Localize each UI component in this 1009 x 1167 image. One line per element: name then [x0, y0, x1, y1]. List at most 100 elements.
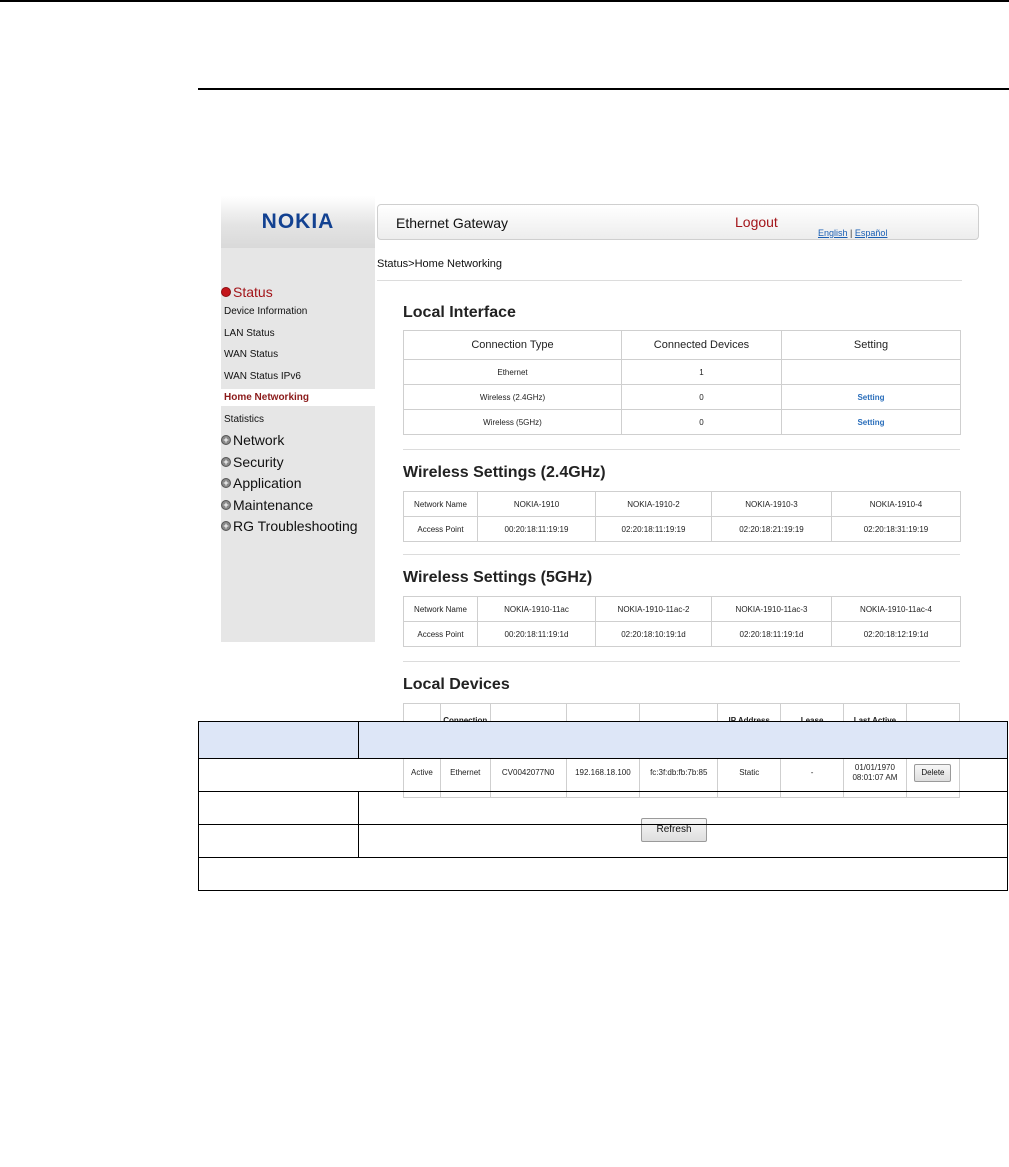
setting-cell — [781, 359, 961, 385]
sidebar-item-label: Network — [233, 432, 285, 448]
ssid-cell: NOKIA-1910 — [477, 491, 596, 517]
connected-devices-cell: 0 — [621, 384, 782, 410]
local-interface-title: Local Interface — [403, 304, 516, 321]
sidebar-item-wan-status[interactable]: WAN Status — [224, 349, 278, 360]
logout-link[interactable]: Logout — [735, 214, 778, 230]
mac-cell: 02:20:18:11:19:1d — [711, 621, 832, 647]
mac-cell: 02:20:18:31:19:19 — [831, 516, 961, 542]
row-label-cell: Access Point — [403, 516, 478, 542]
table-cell — [198, 758, 1008, 792]
setting-cell: Setting — [781, 409, 961, 435]
table-header-cell — [358, 721, 1008, 759]
logo-box: NOKIA — [221, 196, 375, 248]
gateway-title: Ethernet Gateway — [396, 215, 509, 231]
expand-icon: + — [221, 521, 231, 531]
table-row: Wireless (5GHz) 0 Setting — [403, 409, 961, 435]
sidebar-item-application[interactable]: + Application — [221, 475, 302, 491]
table-row: Network Name NOKIA-1910 NOKIA-1910-2 NOK… — [403, 491, 961, 517]
sidebar-item-maintenance[interactable]: + Maintenance — [221, 497, 313, 513]
table-row — [198, 758, 1008, 792]
expand-icon: + — [221, 500, 231, 510]
sidebar-item-network[interactable]: + Network — [221, 432, 284, 448]
connection-type-cell: Wireless (2.4GHz) — [403, 384, 622, 410]
sidebar-item-statistics[interactable]: Statistics — [224, 414, 264, 425]
divider — [377, 280, 962, 281]
sidebar-item-home-networking[interactable]: Home Networking — [221, 389, 375, 406]
connection-type-cell: Ethernet — [403, 359, 622, 385]
document-table — [198, 721, 1008, 891]
table-header-row — [198, 721, 1008, 759]
sidebar-item-security[interactable]: + Security — [221, 454, 284, 470]
row-label-cell: Access Point — [403, 621, 478, 647]
ssid-cell: NOKIA-1910-2 — [595, 491, 712, 517]
sidebar-item-label: RG Troubleshooting — [233, 518, 358, 534]
table-cell — [198, 824, 359, 858]
table-cell — [358, 791, 1008, 825]
table-row — [198, 791, 1008, 825]
table-row: Wireless (2.4GHz) 0 Setting — [403, 384, 961, 410]
page-top-rule — [0, 0, 1009, 2]
espanol-link[interactable]: Español — [855, 228, 888, 238]
sidebar-item-lan-status[interactable]: LAN Status — [224, 328, 275, 339]
mac-cell: 00:20:18:11:19:1d — [477, 621, 596, 647]
table-header-cell — [198, 721, 359, 759]
row-label-cell: Network Name — [403, 491, 478, 517]
lang-separator: | — [850, 228, 853, 238]
table-row: Access Point 00:20:18:11:19:1d 02:20:18:… — [403, 621, 961, 647]
connected-devices-cell: 1 — [621, 359, 782, 385]
header-rule — [198, 88, 1009, 90]
setting-cell: Setting — [781, 384, 961, 410]
connection-type-cell: Wireless (5GHz) — [403, 409, 622, 435]
table-cell — [198, 857, 1008, 891]
local-devices-title: Local Devices — [403, 676, 510, 693]
wifi-24ghz-table: Network Name NOKIA-1910 NOKIA-1910-2 NOK… — [403, 491, 961, 542]
sidebar-item-status[interactable]: Status — [221, 284, 273, 300]
divider — [403, 661, 960, 662]
table-row — [198, 857, 1008, 891]
expand-icon: + — [221, 457, 231, 467]
ssid-cell: NOKIA-1910-3 — [711, 491, 832, 517]
column-header: Connected Devices — [621, 330, 782, 360]
language-selector: English | Español — [818, 228, 887, 238]
collapse-icon — [221, 287, 231, 297]
table-row: Access Point 00:20:18:11:19:19 02:20:18:… — [403, 516, 961, 542]
ssid-cell: NOKIA-1910-11ac-4 — [831, 596, 961, 622]
breadcrumb: Status>Home Networking — [377, 258, 503, 270]
mac-cell: 02:20:18:12:19:1d — [831, 621, 961, 647]
table-row — [198, 824, 1008, 858]
table-cell — [198, 791, 359, 825]
sidebar-item-label: Status — [233, 284, 273, 300]
wifi-5ghz-table: Network Name NOKIA-1910-11ac NOKIA-1910-… — [403, 596, 961, 647]
mac-cell: 02:20:18:11:19:19 — [595, 516, 712, 542]
expand-icon: + — [221, 435, 231, 445]
sidebar-item-rg-troubleshooting[interactable]: + RG Troubleshooting — [221, 518, 358, 534]
table-cell — [358, 824, 1008, 858]
mac-cell: 00:20:18:11:19:19 — [477, 516, 596, 542]
expand-icon: + — [221, 478, 231, 488]
row-label-cell: Network Name — [403, 596, 478, 622]
divider — [403, 554, 960, 555]
table-row: Ethernet 1 — [403, 359, 961, 385]
sidebar-item-device-information[interactable]: Device Information — [224, 306, 307, 317]
wifi-24ghz-title: Wireless Settings (2.4GHz) — [403, 464, 606, 481]
setting-link-5ghz[interactable]: Setting — [857, 418, 884, 427]
sidebar-item-label: Security — [233, 454, 284, 470]
table-header-row: Connection Type Connected Devices Settin… — [403, 330, 961, 360]
sidebar-item-label: Maintenance — [233, 497, 314, 513]
sidebar-item-wan-status-ipv6[interactable]: WAN Status IPv6 — [224, 371, 301, 382]
top-bar: Ethernet Gateway Logout English | Españo… — [377, 204, 979, 240]
table-row: Network Name NOKIA-1910-11ac NOKIA-1910-… — [403, 596, 961, 622]
wifi-5ghz-title: Wireless Settings (5GHz) — [403, 569, 593, 586]
ssid-cell: NOKIA-1910-11ac-2 — [595, 596, 712, 622]
divider — [403, 449, 960, 450]
ssid-cell: NOKIA-1910-4 — [831, 491, 961, 517]
ssid-cell: NOKIA-1910-11ac — [477, 596, 596, 622]
nokia-logo: NOKIA — [261, 210, 335, 233]
column-header: Setting — [781, 330, 961, 360]
ssid-cell: NOKIA-1910-11ac-3 — [711, 596, 832, 622]
sidebar: Status Device Information LAN Status WAN… — [221, 248, 375, 642]
english-link[interactable]: English — [818, 228, 848, 238]
column-header: Connection Type — [403, 330, 622, 360]
setting-link-24ghz[interactable]: Setting — [857, 393, 884, 402]
mac-cell: 02:20:18:21:19:19 — [711, 516, 832, 542]
